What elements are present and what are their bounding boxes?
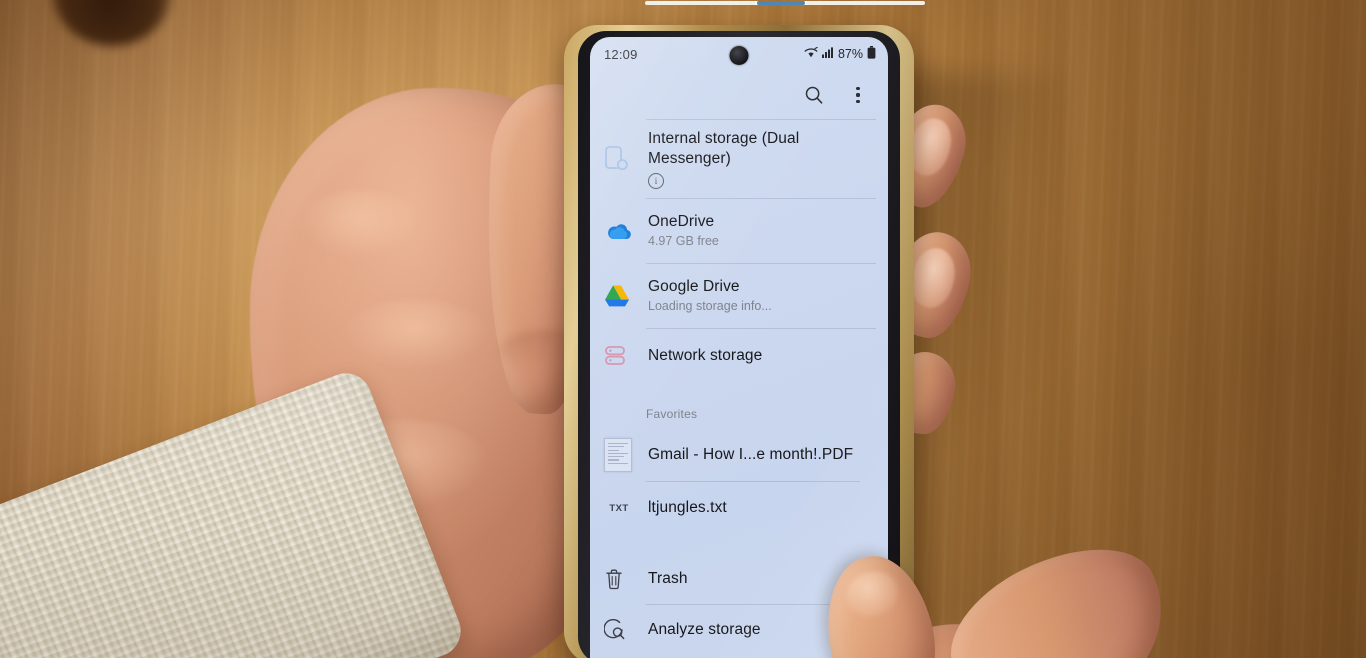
status-indicators: 87% <box>804 46 876 62</box>
search-icon[interactable] <box>802 83 826 107</box>
network-storage-icon <box>604 345 648 367</box>
battery-icon <box>867 46 876 62</box>
video-progress-bar[interactable] <box>645 1 925 5</box>
vertical-dots <box>856 87 860 103</box>
battery-percent-label: 87% <box>837 47 863 61</box>
knuckle-highlight <box>340 300 490 370</box>
status-bar: 12:09 87% <box>590 37 888 71</box>
list-item-favorite-txt[interactable]: TXT ltjungles.txt <box>590 482 888 534</box>
analyze-storage-icon <box>604 619 648 641</box>
list-item-title: Google Drive <box>648 278 740 295</box>
list-item-body: Internal storage (Dual Messenger) i <box>648 120 878 198</box>
more-options-icon[interactable] <box>846 83 870 107</box>
info-icon[interactable]: i <box>648 169 878 189</box>
txt-file-icon: TXT <box>604 493 648 523</box>
photo-scene: 12:09 87% Internal storage (Dual Messeng… <box>0 0 1366 658</box>
list-item-internal-storage[interactable]: Internal storage (Dual Messenger) i <box>590 120 888 198</box>
trash-icon <box>604 568 648 590</box>
phone-screen: 12:09 87% Internal storage (Dual Messeng… <box>590 37 888 658</box>
knuckle-highlight <box>300 190 420 260</box>
list-item-subtitle: Loading storage info... <box>648 299 772 313</box>
app-action-bar <box>590 71 888 119</box>
video-chapter-marker <box>755 1 757 5</box>
list-item-onedrive[interactable]: OneDrive 4.97 GB free <box>590 199 888 263</box>
cellular-signal-icon <box>821 47 834 61</box>
list-item-body: ltjungles.txt <box>648 489 878 527</box>
txt-badge-label: TXT <box>609 502 629 514</box>
onedrive-icon <box>604 221 648 241</box>
status-time: 12:09 <box>604 46 638 62</box>
list-item-title: Network storage <box>648 347 763 364</box>
google-drive-icon <box>604 284 648 308</box>
document-preview <box>604 438 632 472</box>
list-item-title: OneDrive <box>648 213 715 230</box>
list-item-body: Network storage <box>648 337 878 375</box>
list-item-google-drive[interactable]: Google Drive Loading storage info... <box>590 264 888 328</box>
list-item-title: ltjungles.txt <box>648 499 727 516</box>
list-item-network-storage[interactable]: Network storage <box>590 329 888 383</box>
list-item-favorite-pdf[interactable]: Gmail - How I...e month!.PDF <box>590 429 888 481</box>
wifi-icon <box>804 46 818 62</box>
list-item-body: Gmail - How I...e month!.PDF <box>648 436 878 474</box>
list-item-subtitle: 4.97 GB free <box>648 234 719 248</box>
front-camera-punch-hole <box>729 46 749 65</box>
list-item-title: Gmail - How I...e month!.PDF <box>648 446 854 463</box>
list-item-title: Internal storage (Dual Messenger) <box>648 130 800 167</box>
video-progress-buffered <box>757 1 805 5</box>
list-item-body: OneDrive 4.97 GB free <box>648 203 878 259</box>
video-chapter-marker <box>805 1 807 5</box>
dual-messenger-storage-icon <box>604 145 648 173</box>
pdf-document-thumbnail-icon <box>604 438 648 472</box>
favorites-section-header: Favorites <box>646 407 698 421</box>
list-item-body: Google Drive Loading storage info... <box>648 268 878 324</box>
